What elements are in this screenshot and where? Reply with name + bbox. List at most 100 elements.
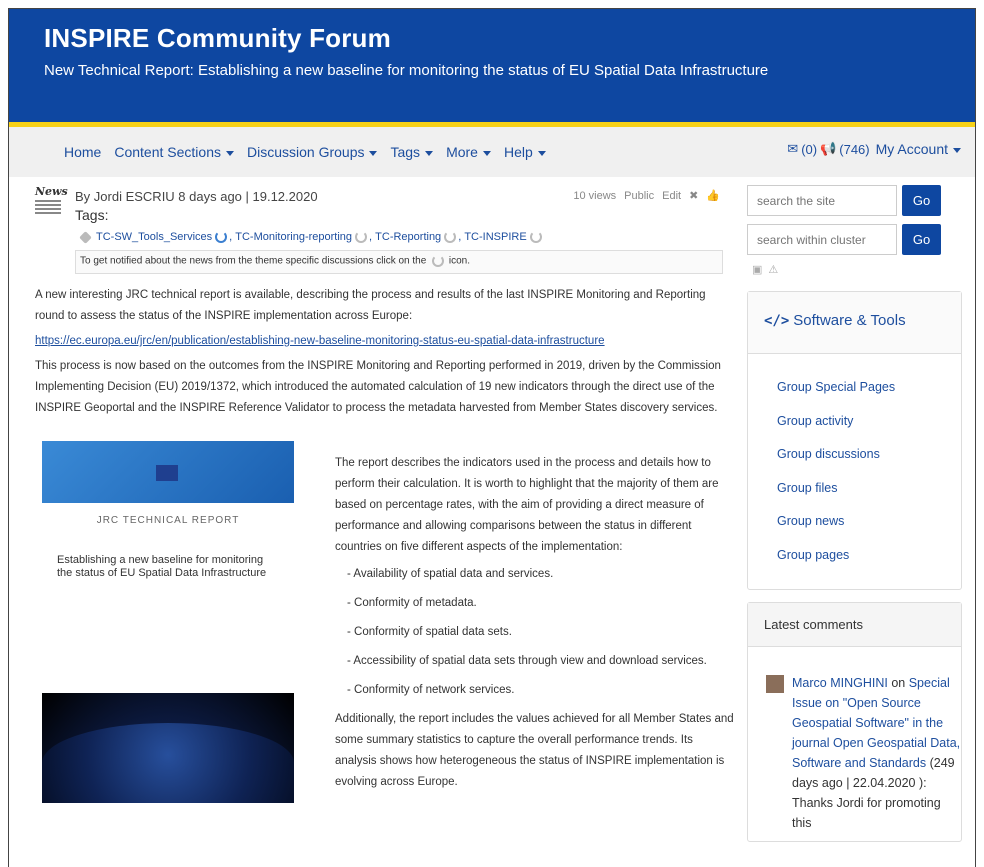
group-link[interactable]: Group news: [777, 505, 961, 539]
group-title[interactable]: </> Software & Tools: [748, 292, 961, 354]
cover-title: Establishing a new baseline for monitori…: [57, 554, 267, 579]
group-link[interactable]: Group pages: [777, 539, 961, 573]
site-search-go-button[interactable]: Go: [902, 185, 941, 216]
main-content: News By Jordi ESCRIU 8 days ago | 19.12.…: [35, 185, 735, 821]
user-tools: ✉ (0) 📢 (746) My Account: [784, 141, 961, 157]
subscribe-sync-icon[interactable]: [355, 231, 368, 243]
list-item: - Conformity of metadata.: [347, 597, 477, 609]
list-item: - Accessibility of spatial data sets thr…: [347, 655, 707, 667]
report-description: The report describes the indicators used…: [335, 453, 735, 793]
comment-on: on: [887, 676, 906, 690]
notify-tail: icon.: [448, 255, 470, 267]
notify-hint: To get notified about the news from the …: [75, 250, 723, 274]
description-paragraph: The report describes the indicators used…: [335, 457, 719, 553]
group-link[interactable]: Group activity: [777, 405, 961, 439]
tags-label: Tags:: [75, 207, 109, 223]
comment-item: Marco MINGHINI on Special Issue on "Open…: [748, 647, 961, 833]
envelope-icon[interactable]: ✉: [787, 141, 798, 157]
nav-label: Content Sections: [114, 144, 221, 160]
cluster-search-go-button[interactable]: Go: [902, 224, 941, 255]
nav-tags[interactable]: Tags: [390, 144, 434, 160]
caret-down-icon: [425, 150, 434, 156]
caret-down-icon: [537, 150, 546, 156]
notify-text: To get notified about the news from the …: [80, 255, 427, 267]
group-link[interactable]: Group files: [777, 472, 961, 506]
subscribe-sync-icon[interactable]: [444, 231, 457, 243]
list-item: - Conformity of network services.: [347, 684, 515, 696]
latest-comments-box: Latest comments Marco MINGHINI on Specia…: [747, 602, 962, 842]
report-link-paragraph: https://ec.europa.eu/jrc/en/publication/…: [35, 331, 735, 352]
site-search: Go: [747, 185, 962, 216]
nav-label: Home: [64, 144, 102, 160]
views-count: 10 views: [573, 189, 617, 202]
my-account-menu[interactable]: My Account: [873, 141, 961, 157]
cover-earth-image: [42, 693, 294, 803]
cluster-search: Go: [747, 224, 962, 255]
account-label: My Account: [875, 141, 948, 157]
sidebar-tools: ▣ ⚠: [752, 263, 962, 276]
like-icon[interactable]: 👍: [706, 189, 720, 202]
notifications-count[interactable]: (746): [839, 142, 869, 157]
list-item: - Availability of spatial data and servi…: [347, 568, 554, 580]
news-badge-text: News: [35, 185, 68, 198]
nav-home[interactable]: Home: [64, 144, 101, 160]
subscribe-sync-icon[interactable]: [215, 231, 228, 243]
caret-down-icon: [225, 150, 234, 156]
code-icon: </>: [764, 313, 790, 329]
subscribe-sync-icon[interactable]: [529, 231, 542, 243]
site-search-input[interactable]: [747, 185, 897, 216]
tag-link[interactable]: TC-INSPIRE: [464, 231, 526, 243]
report-section: JRC TECHNICAL REPORT Establishing a new …: [35, 441, 735, 821]
cover-header: [42, 441, 294, 503]
intro-paragraph: A new interesting JRC technical report i…: [35, 289, 706, 322]
sync-icon: [432, 255, 445, 267]
caret-down-icon: [369, 150, 378, 156]
rss-icon[interactable]: ▣: [752, 263, 762, 276]
delete-icon[interactable]: ✖: [689, 189, 698, 202]
nav-discussion-groups[interactable]: Discussion Groups: [247, 144, 378, 160]
messages-count[interactable]: (0): [801, 142, 817, 157]
report-link[interactable]: https://ec.europa.eu/jrc/en/publication/…: [35, 335, 605, 347]
page-subtitle: New Technical Report: Establishing a new…: [44, 62, 769, 79]
cluster-search-input[interactable]: [747, 224, 897, 255]
nav-help[interactable]: Help: [504, 144, 546, 160]
tag-link[interactable]: TC-Monitoring-reporting: [235, 231, 352, 243]
tag-link[interactable]: TC-SW_Tools_Services: [96, 231, 212, 243]
tag-list: TC-SW_Tools_Services, TC-Monitoring-repo…: [79, 230, 544, 244]
group-links: Group Special Pages Group activity Group…: [748, 354, 961, 589]
caret-down-icon: [953, 147, 961, 153]
post-stats: 10 views Public Edit ✖ 👍: [565, 189, 720, 203]
nav-label: Help: [503, 144, 533, 160]
group-link[interactable]: Group Special Pages: [777, 371, 961, 405]
warning-icon[interactable]: ⚠: [768, 263, 778, 276]
nav-content-sections[interactable]: Content Sections: [114, 144, 234, 160]
report-cover-image: JRC TECHNICAL REPORT Establishing a new …: [42, 441, 294, 803]
process-paragraph: This process is now based on the outcome…: [35, 360, 721, 414]
news-icon: News: [35, 185, 68, 217]
cover-fineprint: [152, 602, 294, 626]
group-box: </> Software & Tools Group Special Pages …: [747, 291, 962, 590]
group-title-text: Software & Tools: [793, 312, 906, 329]
sidebar: Go Go ▣ ⚠ </>Software & Tools Group Spec…: [747, 185, 962, 842]
main-nav: Home Content Sections Discussion Groups …: [9, 127, 975, 177]
comment-author[interactable]: Marco MINGHINI: [792, 676, 888, 690]
avatar[interactable]: [766, 675, 784, 693]
edit-link[interactable]: Edit: [662, 190, 681, 202]
megaphone-icon[interactable]: 📢: [820, 141, 836, 157]
site-header: INSPIRE Community Forum New Technical Re…: [9, 9, 975, 122]
nav-label: More: [446, 144, 478, 160]
byline: By Jordi ESCRIU 8 days ago | 19.12.2020: [75, 189, 318, 204]
cover-label: JRC TECHNICAL REPORT: [96, 515, 240, 526]
nav-label: Tags: [390, 144, 421, 160]
latest-comments-title: Latest comments: [748, 603, 961, 647]
tag-link[interactable]: TC-Reporting: [375, 231, 441, 243]
tag-icon: [79, 230, 92, 244]
eu-flag-icon: [156, 465, 178, 481]
nav-more[interactable]: More: [446, 144, 491, 160]
news-lines: [35, 200, 61, 214]
aspects-list: - Availability of spatial data and servi…: [347, 564, 735, 701]
site-title[interactable]: INSPIRE Community Forum: [44, 23, 975, 54]
caret-down-icon: [482, 150, 491, 156]
group-link[interactable]: Group discussions: [777, 438, 961, 472]
summary-paragraph: Additionally, the report includes the va…: [335, 713, 734, 788]
